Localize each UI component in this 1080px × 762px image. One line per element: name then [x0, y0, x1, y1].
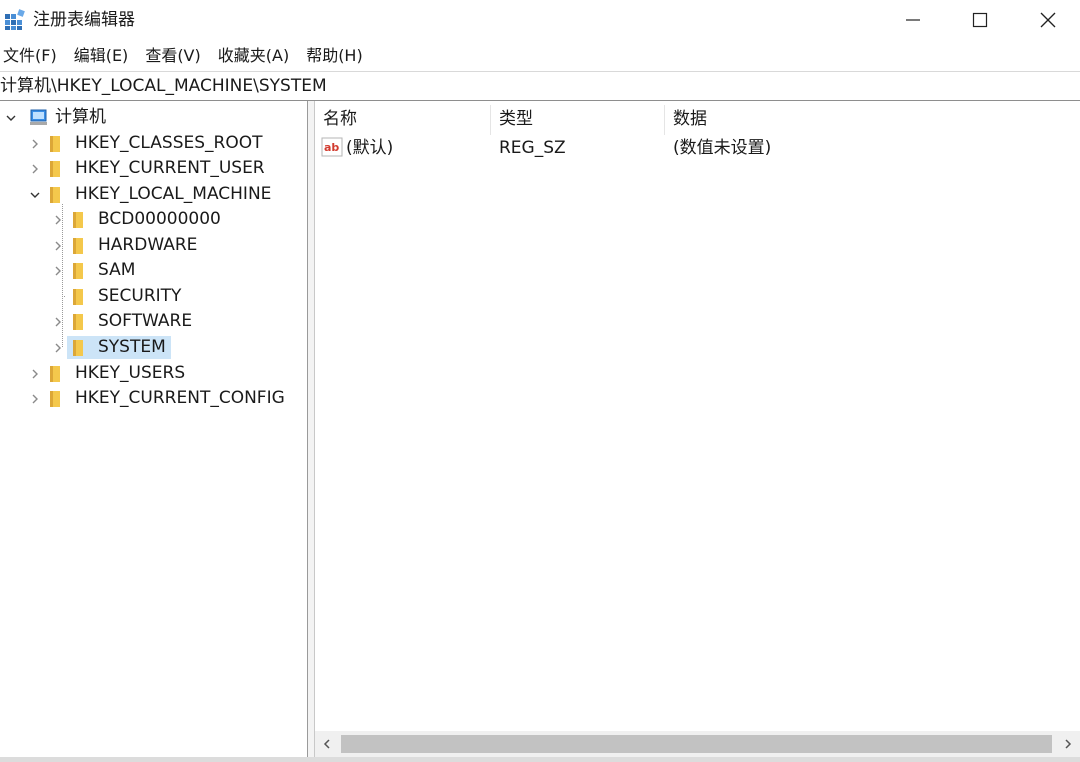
chevron-right-icon[interactable] [51, 233, 65, 258]
menu-view[interactable]: 查看(V) [142, 43, 203, 69]
maximize-icon [972, 12, 988, 28]
tree-item-hkey-classes-root[interactable]: HKEY_CLASSES_ROOT [28, 131, 266, 156]
tree-label: HKEY_CURRENT_CONFIG [75, 388, 285, 408]
folder-icon [50, 160, 60, 177]
tree-label: HKEY_LOCAL_MACHINE [75, 184, 272, 204]
tree-item-hkey-current-config[interactable]: HKEY_CURRENT_CONFIG [28, 386, 288, 411]
tree-connector [51, 284, 65, 309]
chevron-right-icon[interactable] [51, 309, 65, 334]
key-tree[interactable]: 计算机 HKEY_CLASSES_ROOT HKEY_CURRENT_USER [0, 101, 308, 762]
selection-highlight: SYSTEM [67, 336, 171, 359]
value-name[interactable]: (默认) [346, 135, 393, 161]
folder-icon [50, 365, 60, 382]
tree-item-system[interactable]: SYSTEM [51, 335, 171, 360]
tree-item-security[interactable]: SECURITY [51, 284, 184, 309]
tree-label: HKEY_CURRENT_USER [75, 158, 265, 178]
status-bar-edge [0, 757, 1080, 762]
tree-label: SYSTEM [98, 337, 166, 357]
folder-icon [73, 313, 83, 330]
chevron-right-icon[interactable] [28, 156, 42, 181]
folder-icon [73, 211, 83, 228]
computer-icon [30, 109, 47, 125]
close-icon [1040, 12, 1056, 28]
chevron-right-icon[interactable] [28, 131, 42, 156]
chevron-right-icon[interactable] [51, 258, 65, 283]
chevron-down-icon[interactable] [4, 105, 18, 130]
chevron-right-icon[interactable] [28, 386, 42, 411]
scroll-left-button[interactable] [315, 731, 339, 757]
window-title: 注册表编辑器 [33, 10, 135, 30]
minimize-icon [906, 19, 920, 21]
tree-label: HKEY_USERS [75, 363, 186, 383]
chevron-right-icon[interactable] [51, 335, 65, 360]
folder-icon [50, 135, 60, 152]
chevron-right-icon [1065, 739, 1072, 749]
chevron-left-icon [323, 739, 330, 749]
tree-item-hkey-current-user[interactable]: HKEY_CURRENT_USER [28, 156, 268, 181]
tree-label: 计算机 [55, 107, 106, 127]
tree-item-hkey-local-machine[interactable]: HKEY_LOCAL_MACHINE [28, 182, 274, 207]
scroll-right-button[interactable] [1056, 731, 1080, 757]
column-header-data[interactable]: 数据 [665, 105, 965, 135]
tree-label: SECURITY [98, 286, 182, 306]
title-bar[interactable]: 注册表编辑器 [0, 0, 1080, 40]
folder-icon [50, 390, 60, 407]
folder-open-icon [50, 186, 60, 203]
tree-label: SOFTWARE [98, 311, 193, 331]
chevron-right-icon[interactable] [51, 207, 65, 232]
menu-help[interactable]: 帮助(H) [303, 43, 366, 69]
scrollbar-thumb[interactable] [341, 735, 1052, 753]
value-data: (数值未设置) [673, 138, 772, 158]
value-type: REG_SZ [499, 138, 566, 158]
registry-editor-window: 注册表编辑器 文件(F) 编辑(E) 查看(V) 收藏夹(A) 帮助(H) 计算… [0, 0, 1080, 762]
column-header-name[interactable]: 名称 [315, 105, 491, 135]
folder-icon [73, 288, 83, 305]
column-header-type[interactable]: 类型 [491, 105, 665, 135]
tree-item-hkey-users[interactable]: HKEY_USERS [28, 361, 188, 386]
tree-label: HKEY_CLASSES_ROOT [75, 133, 263, 153]
tree-item-computer[interactable]: 计算机 [4, 105, 109, 130]
chevron-down-icon[interactable] [28, 182, 42, 207]
close-button[interactable] [1025, 0, 1071, 40]
maximize-button[interactable] [957, 0, 1003, 40]
tree-label: SAM [98, 260, 136, 280]
menu-file[interactable]: 文件(F) [0, 43, 60, 69]
minimize-button[interactable] [890, 0, 936, 40]
pane-splitter[interactable] [308, 101, 315, 762]
menu-favorites[interactable]: 收藏夹(A) [215, 43, 292, 69]
tree-label: BCD00000000 [98, 209, 221, 229]
address-bar[interactable]: 计算机\HKEY_LOCAL_MACHINE\SYSTEM [0, 71, 1080, 101]
menu-bar: 文件(F) 编辑(E) 查看(V) 收藏夹(A) 帮助(H) [0, 42, 1080, 70]
horizontal-scrollbar[interactable] [315, 731, 1080, 757]
tree-item-sam[interactable]: SAM [51, 258, 138, 283]
string-value-icon: ab [321, 137, 343, 157]
chevron-right-icon[interactable] [28, 361, 42, 386]
menu-edit[interactable]: 编辑(E) [71, 43, 132, 69]
tree-item-software[interactable]: SOFTWARE [51, 309, 195, 334]
tree-item-bcd00000000[interactable]: BCD00000000 [51, 207, 224, 232]
folder-icon [73, 237, 83, 254]
folder-icon [73, 339, 83, 356]
registry-editor-icon [5, 9, 25, 30]
tree-item-hardware[interactable]: HARDWARE [51, 233, 200, 258]
svg-text:ab: ab [324, 141, 339, 154]
tree-label: HARDWARE [98, 235, 198, 255]
folder-icon [73, 262, 83, 279]
value-list[interactable]: 名称 类型 数据 ab (默认) REG_SZ (数值未设置) [315, 101, 1080, 762]
